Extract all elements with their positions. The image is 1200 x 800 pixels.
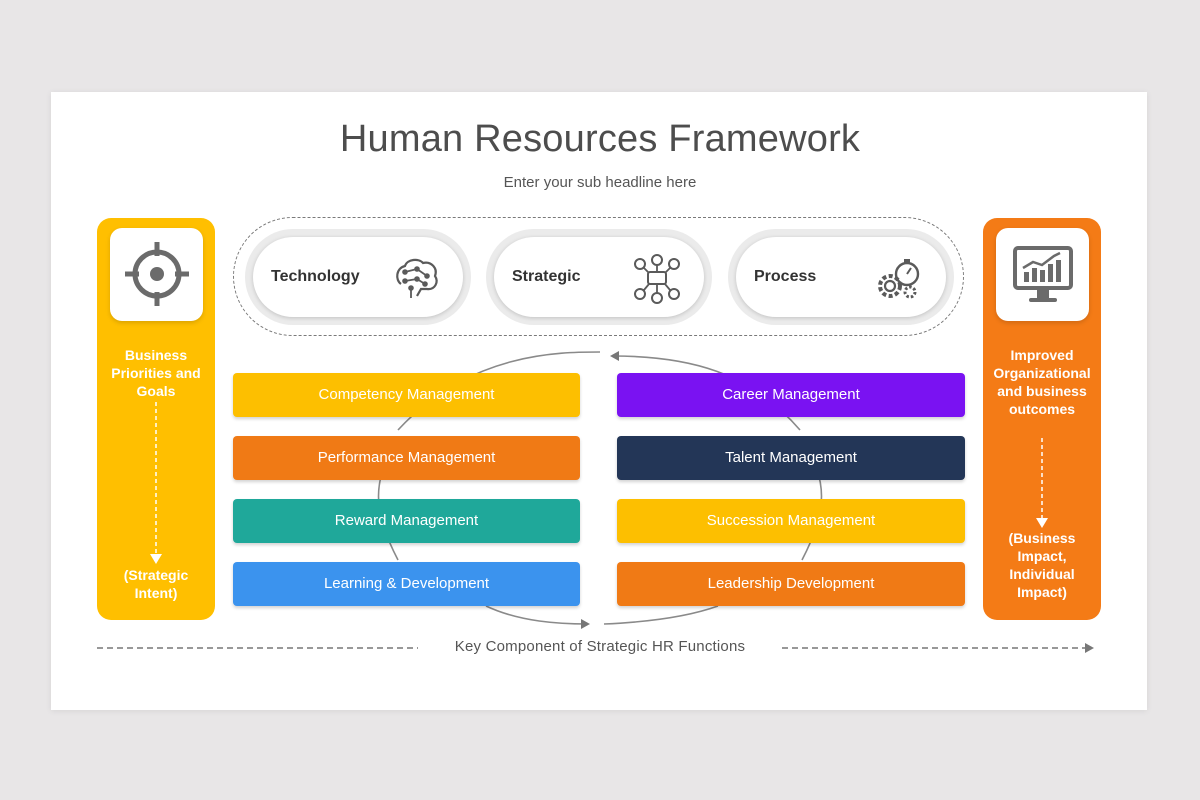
footer-label: Key Component of Strategic HR Functions [454,638,746,655]
page-subtitle: Enter your sub headline here [503,174,697,191]
function-talent-management: Talent Management [617,436,965,480]
pillar-technology-pill: Technology [253,237,463,317]
brain-circuit-icon [396,258,438,298]
pillar-strategic: Strategic [486,229,712,325]
function-learning-development: Learning & Development [233,562,580,606]
left-panel-bottom-text: (Strategic Intent) [123,567,189,601]
cycle-arc-bottom-left [485,605,590,629]
page-title: Human Resources Framework [339,118,861,160]
function-leadership-development: Leadership Development [617,562,965,606]
pillar-strategic-label: Strategic [512,268,581,285]
left-panel-down-arrow [150,402,162,564]
left-panel: Business Priorities and Goals (Strategic… [97,218,215,620]
strategy-network-icon [634,254,680,304]
right-panel-bottom-text: (Business Impact, Individual Impact) [1008,530,1076,600]
pillar-process: Process [728,229,954,325]
function-succession-management: Succession Management [617,499,965,543]
pillar-process-pill: Process [736,237,946,317]
function-career-management: Career Management [617,373,965,417]
pillar-process-label: Process [754,268,817,285]
function-reward-management: Reward Management [233,499,580,543]
pillar-strategic-pill: Strategic [494,237,704,317]
function-competency-management: Competency Management [233,373,580,417]
cycle-arc-bottom-right [603,605,719,625]
pillar-technology-label: Technology [271,268,360,285]
function-performance-management: Performance Management [233,436,580,480]
pillar-technology: Technology [245,229,471,325]
gears-stopwatch-icon [878,259,920,299]
right-panel: Improved Organizational and business out… [983,218,1101,620]
